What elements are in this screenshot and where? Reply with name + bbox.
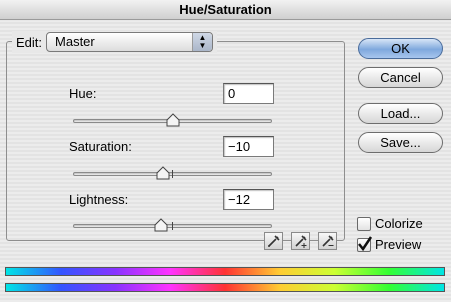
ok-button-label: OK (391, 41, 410, 56)
updown-arrows-icon: ▲ ▼ (192, 33, 213, 51)
edit-group-box: Hue: 0 Saturation: −10 Lightness: −12 (6, 41, 345, 241)
hue-label: Hue: (69, 86, 97, 101)
edit-channel-select[interactable]: Master ▲ ▼ (46, 32, 214, 52)
cancel-button-label: Cancel (380, 70, 421, 85)
lightness-center-tick (172, 222, 173, 230)
colorize-label[interactable]: Colorize (375, 216, 423, 231)
slider-thumb-icon (154, 218, 168, 232)
input-color-spectrum (5, 267, 445, 276)
checkmark-icon (358, 236, 373, 252)
edit-selected-value: Master (55, 34, 95, 49)
slider-thumb-icon (156, 166, 170, 180)
slider-thumb-icon (166, 113, 179, 127)
lightness-input[interactable]: −12 (223, 189, 274, 210)
load-button-label: Load... (380, 106, 421, 121)
eyedropper-minus-tool[interactable] (318, 232, 337, 250)
save-button[interactable]: Save... (358, 132, 443, 153)
edit-label: Edit: (16, 34, 43, 50)
eyedropper-plus-tool[interactable] (291, 232, 310, 250)
saturation-label: Saturation: (69, 139, 132, 154)
edit-legend: Edit: Master ▲ ▼ (12, 31, 218, 53)
hue-input[interactable]: 0 (223, 83, 274, 104)
eyedropper-icon (268, 235, 280, 247)
eyedropper-plus-icon (295, 235, 307, 248)
eyedropper-tool[interactable] (264, 232, 283, 250)
lightness-label: Lightness: (69, 192, 129, 207)
saturation-center-tick (172, 170, 173, 178)
load-button[interactable]: Load... (358, 103, 443, 124)
saturation-input[interactable]: −10 (223, 136, 274, 157)
title-bar: Hue/Saturation (0, 0, 451, 20)
preview-checkbox[interactable] (357, 236, 373, 252)
dialog-body: Hue: 0 Saturation: −10 Lightness: −12 Ed… (0, 21, 451, 302)
ok-button[interactable]: OK (358, 38, 443, 59)
save-button-label: Save... (380, 135, 421, 150)
cancel-button[interactable]: Cancel (358, 67, 443, 88)
eyedropper-minus-icon (322, 235, 334, 247)
output-color-spectrum (5, 283, 445, 292)
colorize-checkbox[interactable] (357, 217, 371, 231)
preview-label[interactable]: Preview (375, 237, 421, 252)
window-title: Hue/Saturation (179, 2, 272, 17)
